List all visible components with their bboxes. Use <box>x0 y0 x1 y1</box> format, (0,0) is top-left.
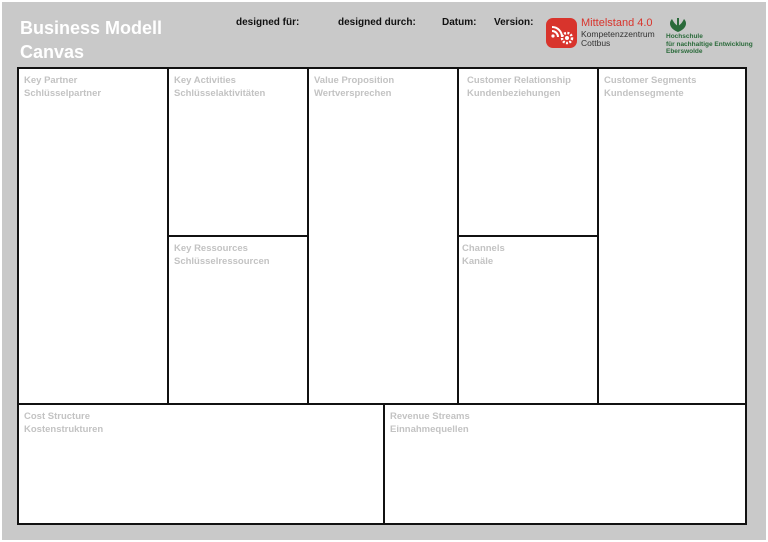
block-key-activities[interactable]: Key Activities Schlüsselaktivitäten <box>169 69 309 237</box>
label-en: Value Proposition <box>314 75 395 86</box>
gear-wifi-icon <box>546 18 577 48</box>
block-label: Key Partner Schlüsselpartner <box>24 74 101 100</box>
label-en: Customer Segments <box>604 75 697 86</box>
block-key-resources[interactable]: Key Ressources Schlüsselressourcen <box>169 237 309 403</box>
label-en: Revenue Streams <box>390 411 470 422</box>
label-de: Kundensegmente <box>604 88 684 99</box>
title-line-2: Canvas <box>20 42 85 62</box>
mittelstand-sub-2: Cottbus <box>581 38 611 48</box>
label-de: Schlüsselaktivitäten <box>174 88 266 99</box>
label-de: Wertversprechen <box>314 88 392 99</box>
block-revenue-streams[interactable]: Revenue Streams Einnahmequellen <box>385 403 745 523</box>
version-label: Version: <box>494 17 534 28</box>
label-de: Kundenbeziehungen <box>467 88 561 99</box>
hnee-line-1: Hochschule <box>666 33 703 40</box>
block-value-proposition[interactable]: Value Proposition Wertversprechen <box>309 69 459 403</box>
block-label: Key Ressources Schlüsselressourcen <box>174 242 270 268</box>
mittelstand-subtitle: Kompetenzzentrum Cottbus <box>581 30 655 48</box>
block-channels[interactable]: Channels Kanäle <box>459 237 599 403</box>
designed-by-label: designed durch: <box>338 17 416 28</box>
block-label: Customer Segments Kundensegmente <box>604 74 696 100</box>
block-customer-relationship[interactable]: Customer Relationship Kundenbeziehungen <box>459 69 599 237</box>
block-label: Key Activities Schlüsselaktivitäten <box>174 74 265 100</box>
label-en: Key Partner <box>24 75 78 86</box>
label-de: Kostenstrukturen <box>24 424 104 435</box>
hnee-text: Hochschule für nachhaltige Entwicklung E… <box>666 33 753 56</box>
title-line-1: Business Modell <box>20 18 163 38</box>
block-cost-structure[interactable]: Cost Structure Kostenstrukturen <box>19 403 385 523</box>
designed-for-label: designed für: <box>236 17 300 28</box>
label-en: Customer Relationship <box>467 75 571 86</box>
date-label: Datum: <box>442 17 477 28</box>
block-label: Revenue Streams Einnahmequellen <box>390 410 470 436</box>
label-en: Key Ressources <box>174 243 248 254</box>
label-en: Key Activities <box>174 75 236 86</box>
mittelstand-title: Mittelstand 4.0 <box>581 17 653 29</box>
label-de: Kanäle <box>462 256 494 267</box>
label-de: Einnahmequellen <box>390 424 469 435</box>
label-de: Schlüsselressourcen <box>174 256 270 267</box>
canvas-title: Business Modell Canvas <box>20 16 162 64</box>
block-label: Channels Kanäle <box>462 242 505 268</box>
block-customer-segments[interactable]: Customer Segments Kundensegmente <box>599 69 745 403</box>
mittelstand-logo: Mittelstand 4.0 Kompetenzzentrum Cottbus <box>546 17 658 51</box>
label-en: Channels <box>462 243 505 254</box>
block-key-partner[interactable]: Key Partner Schlüsselpartner <box>19 69 169 403</box>
hnee-logo: Hochschule für nachhaltige Entwicklung E… <box>666 17 762 57</box>
block-label: Customer Relationship Kundenbeziehungen <box>467 74 571 100</box>
label-de: Schlüsselpartner <box>24 88 102 99</box>
block-label: Value Proposition Wertversprechen <box>314 74 394 100</box>
block-label: Cost Structure Kostenstrukturen <box>24 410 103 436</box>
hnee-line-3: Eberswolde <box>666 48 703 55</box>
canvas-grid: Key Partner Schlüsselpartner Key Activit… <box>17 67 747 525</box>
leaf-emblem-icon <box>670 18 686 32</box>
label-en: Cost Structure <box>24 411 90 422</box>
hnee-line-2: für nachhaltige Entwicklung <box>666 40 753 48</box>
